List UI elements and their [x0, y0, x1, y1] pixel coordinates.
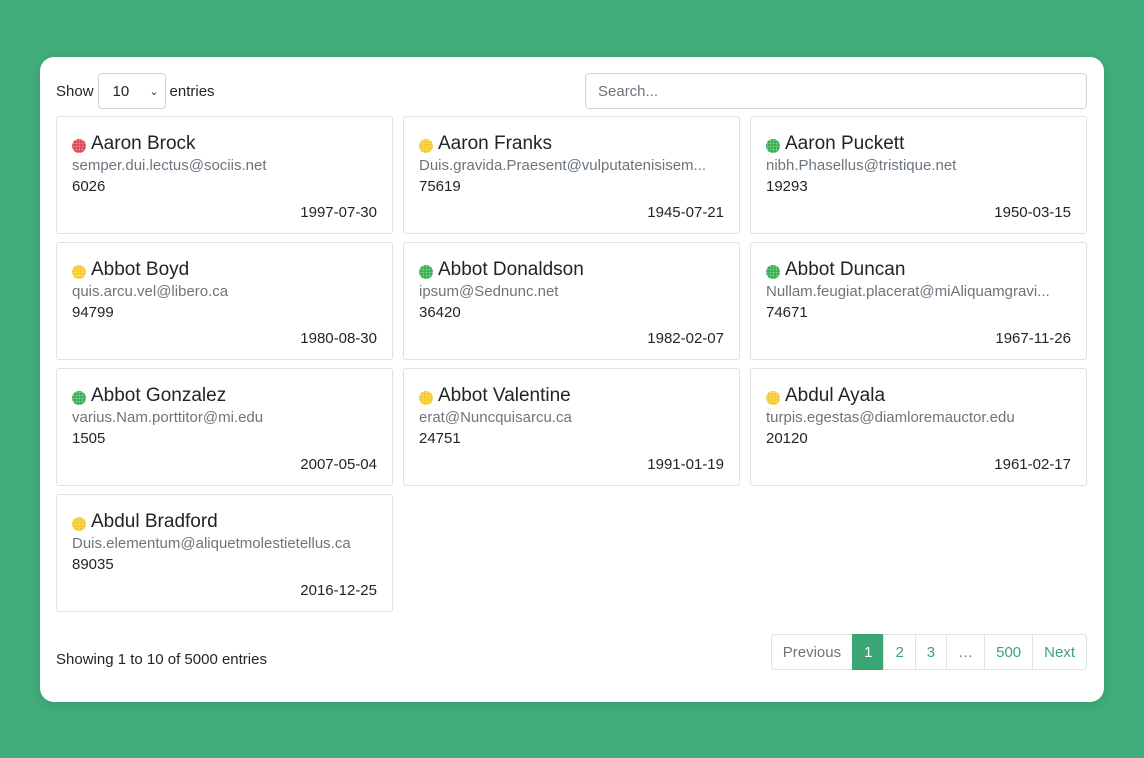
card-email: varius.Nam.porttitor@mi.edu	[72, 409, 264, 426]
status-dot-icon	[419, 139, 433, 153]
card-number: 75619	[419, 178, 461, 195]
card-number: 20120	[766, 430, 808, 447]
status-dot-icon	[72, 517, 86, 531]
card-date: 1982-02-07	[647, 330, 724, 347]
card-date: 1997-07-30	[300, 204, 377, 221]
card-email: Duis.gravida.Praesent@vulputatenisisem..…	[419, 157, 707, 174]
card-date: 2007-05-04	[300, 456, 377, 473]
card-number: 94799	[72, 304, 114, 321]
card-email: turpis.egestas@diamloremauctor.edu	[766, 409, 1015, 426]
entries-label: entries	[169, 82, 215, 100]
card-name: Abbot Duncan	[785, 259, 906, 280]
status-dot-icon	[419, 391, 433, 405]
show-label: Show	[56, 82, 94, 100]
record-card[interactable]: Aaron Puckett nibh.Phasellus@tristique.n…	[750, 116, 1087, 234]
card-number: 74671	[766, 304, 808, 321]
record-card[interactable]: Abbot Boyd quis.arcu.vel@libero.ca 94799…	[56, 242, 393, 360]
card-email: erat@Nuncquisarcu.ca	[419, 409, 572, 426]
card-name: Aaron Brock	[91, 133, 196, 154]
pagination: Previous 1 2 3 … 500 Next	[770, 634, 1087, 670]
card-email: quis.arcu.vel@libero.ca	[72, 283, 229, 300]
card-name: Abbot Boyd	[91, 259, 190, 280]
card-name: Abdul Bradford	[91, 511, 218, 532]
record-card[interactable]: Aaron Brock semper.dui.lectus@sociis.net…	[56, 116, 393, 234]
card-name: Aaron Puckett	[785, 133, 905, 154]
table-panel: Show 10 ⌄ entries Aaron Brock semper.dui…	[40, 57, 1104, 702]
status-dot-icon	[419, 265, 433, 279]
card-name: Abbot Valentine	[438, 385, 571, 406]
previous-button[interactable]: Previous	[770, 634, 854, 670]
card-email: Duis.elementum@aliquetmolestietellus.ca	[72, 535, 351, 552]
card-name: Abbot Donaldson	[438, 259, 584, 280]
page-button-3[interactable]: 3	[914, 634, 948, 670]
record-card[interactable]: Abbot Duncan Nullam.feugiat.placerat@miA…	[750, 242, 1087, 360]
page-button-1[interactable]: 1	[852, 634, 885, 670]
status-dot-icon	[766, 139, 780, 153]
card-date: 1945-07-21	[647, 204, 724, 221]
card-date: 1991-01-19	[647, 456, 724, 473]
page-ellipsis: …	[946, 634, 986, 670]
card-number: 6026	[72, 178, 106, 195]
card-date: 1961-02-17	[994, 456, 1071, 473]
table-controls: Show 10 ⌄ entries	[56, 73, 1087, 109]
record-card[interactable]: Abdul Bradford Duis.elementum@aliquetmol…	[56, 494, 393, 612]
card-name: Abbot Gonzalez	[91, 385, 227, 406]
record-card[interactable]: Abbot Valentine erat@Nuncquisarcu.ca 247…	[403, 368, 740, 486]
card-email: semper.dui.lectus@sociis.net	[72, 157, 267, 174]
card-number: 89035	[72, 556, 114, 573]
card-grid: Aaron Brock semper.dui.lectus@sociis.net…	[56, 116, 1087, 612]
card-date: 2016-12-25	[300, 582, 377, 599]
page-button-500[interactable]: 500	[984, 634, 1034, 670]
card-email: ipsum@Sednunc.net	[419, 283, 559, 300]
status-dot-icon	[766, 265, 780, 279]
status-dot-icon	[766, 391, 780, 405]
entries-select[interactable]: 10 ⌄	[97, 73, 166, 109]
card-number: 19293	[766, 178, 808, 195]
page-button-2[interactable]: 2	[883, 634, 916, 670]
table-info: Showing 1 to 10 of 5000 entries	[56, 651, 267, 668]
chevron-down-icon: ⌄	[149, 85, 159, 98]
card-number: 36420	[419, 304, 461, 321]
next-button[interactable]: Next	[1032, 634, 1087, 670]
entries-select-value: 10	[112, 82, 130, 100]
search-input[interactable]	[585, 73, 1087, 109]
status-dot-icon	[72, 139, 86, 153]
status-dot-icon	[72, 265, 86, 279]
card-name: Aaron Franks	[438, 133, 553, 154]
card-name: Abdul Ayala	[785, 385, 886, 406]
card-date: 1950-03-15	[994, 204, 1071, 221]
card-email: nibh.Phasellus@tristique.net	[766, 157, 957, 174]
card-date: 1967-11-26	[995, 330, 1071, 347]
card-date: 1980-08-30	[300, 330, 377, 347]
record-card[interactable]: Abbot Gonzalez varius.Nam.porttitor@mi.e…	[56, 368, 393, 486]
length-control: Show 10 ⌄ entries	[56, 73, 215, 109]
record-card[interactable]: Aaron Franks Duis.gravida.Praesent@vulpu…	[403, 116, 740, 234]
card-number: 24751	[419, 430, 461, 447]
card-email: Nullam.feugiat.placerat@miAliquamgravi..…	[766, 283, 1050, 300]
record-card[interactable]: Abbot Donaldson ipsum@Sednunc.net 36420 …	[403, 242, 740, 360]
record-card[interactable]: Abdul Ayala turpis.egestas@diamloremauct…	[750, 368, 1087, 486]
status-dot-icon	[72, 391, 86, 405]
card-number: 1505	[72, 430, 106, 447]
